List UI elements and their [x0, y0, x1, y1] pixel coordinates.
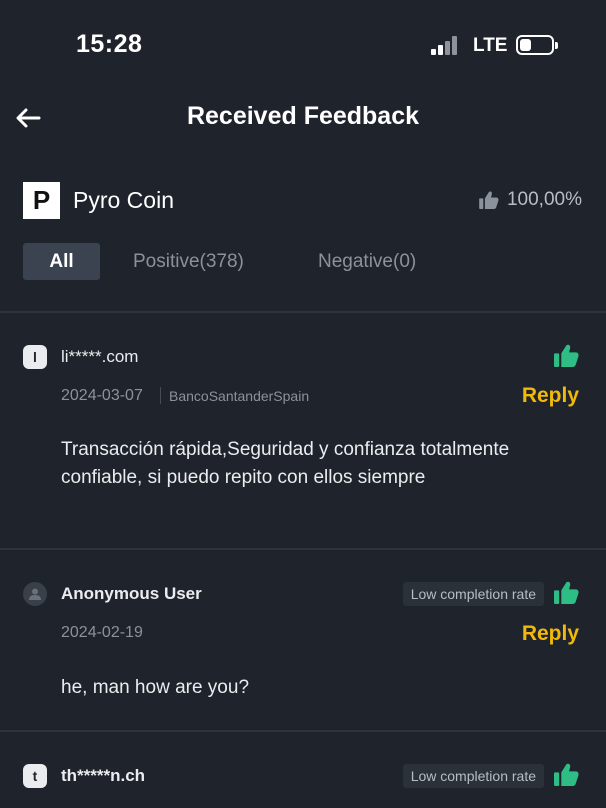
thumbs-up-icon [554, 344, 579, 367]
feedback-comment: Transacción rápida,Seguridad y confianza… [61, 439, 510, 488]
feedback-username: th*****n.ch [61, 766, 146, 785]
feedback-screen: 15:28 LTE Received Feedback P Pyro Coin [0, 0, 606, 808]
feedback-item: l li*****.com 2024-03-07 BancoSantanderS… [0, 313, 606, 548]
feedback-username: li*****.com [61, 347, 139, 366]
thumbs-up-icon [479, 191, 499, 209]
payment-method: BancoSantanderSpain [169, 388, 310, 404]
reply-button[interactable]: Reply [522, 622, 579, 646]
thumbs-up-icon [554, 763, 579, 786]
feedback-item: t th*****n.ch Low completion rate [0, 732, 606, 808]
user-icon [29, 588, 41, 600]
merchant-rating: 100,00% [479, 189, 582, 211]
merchant-info: P Pyro Coin 100,00% [0, 182, 606, 222]
status-time: 15:28 [76, 30, 143, 58]
feedback-date: 2024-03-07 [61, 387, 143, 404]
low-completion-badge: Low completion rate [402, 582, 544, 606]
feedback-comment: he, man how are you? [61, 677, 250, 698]
battery-icon [516, 35, 558, 55]
thumbs-up-icon [554, 581, 579, 604]
feedback-item: Anonymous User Low completion rate 2024-… [0, 550, 606, 730]
signal-strength-icon [431, 35, 463, 55]
nav-header: Received Feedback [0, 90, 606, 146]
avatar: t [23, 764, 47, 788]
tab-positive[interactable]: Positive(378) [133, 243, 244, 280]
separator [160, 387, 161, 404]
rating-value: 100,00% [506, 189, 582, 210]
avatar: l [23, 345, 47, 369]
feedback-tabs: All Positive(378) Negative(0) [0, 243, 606, 281]
merchant-name: Pyro Coin [73, 187, 174, 213]
status-bar: 15:28 LTE [0, 0, 606, 90]
page-title: Received Feedback [186, 102, 420, 130]
network-type: LTE [473, 35, 508, 56]
merchant-logo: P [23, 182, 60, 219]
tab-all[interactable]: All [23, 243, 100, 280]
anonymous-avatar [23, 582, 47, 606]
low-completion-badge: Low completion rate [402, 764, 544, 788]
reply-button[interactable]: Reply [522, 384, 579, 408]
feedback-username: Anonymous User [61, 584, 202, 603]
tab-negative[interactable]: Negative(0) [318, 243, 416, 280]
feedback-date: 2024-02-19 [61, 624, 143, 641]
